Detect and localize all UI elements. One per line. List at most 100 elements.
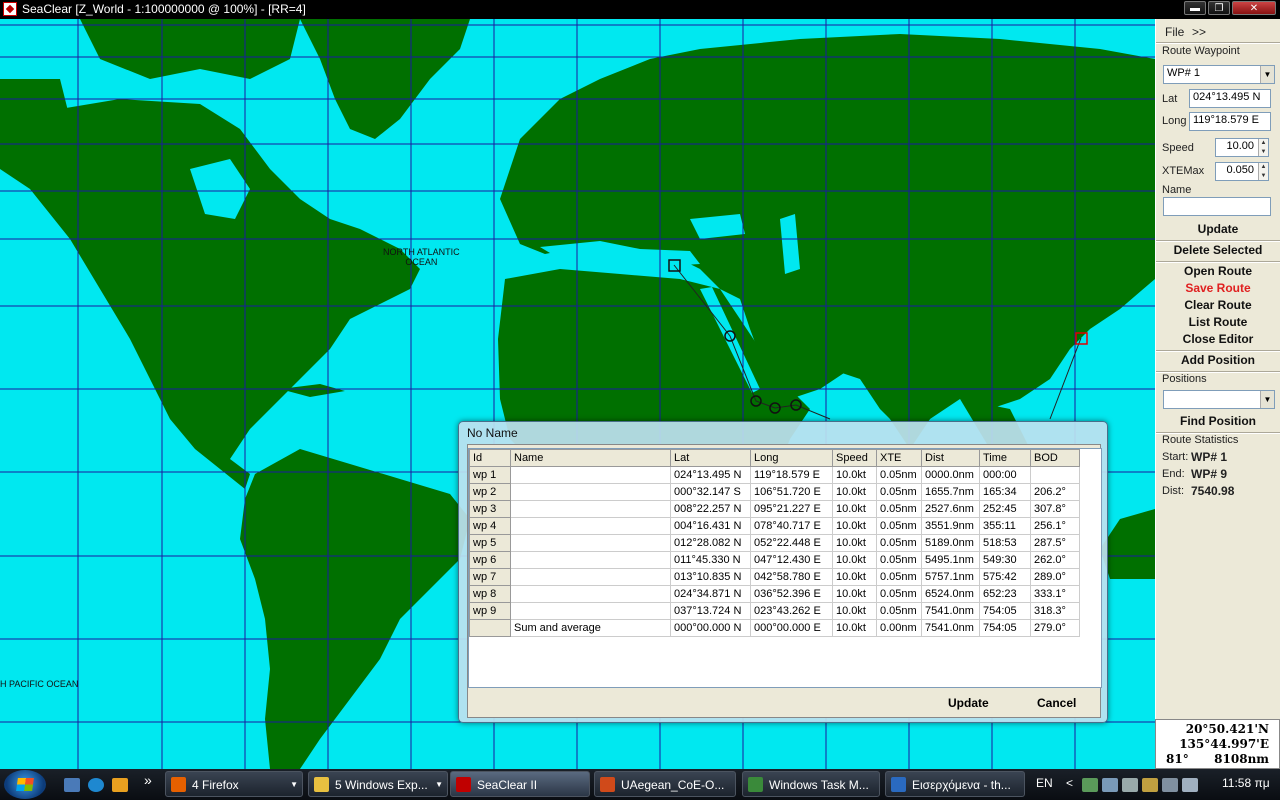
- table-cell[interactable]: 024°34.871 N: [670, 585, 751, 603]
- table-cell[interactable]: 7541.0nm: [921, 619, 980, 637]
- speed-spinner[interactable]: ▲ ▼: [1258, 139, 1268, 156]
- table-row[interactable]: wp 1 024°13.495 N 119°18.579 E 10.0kt 0.05nm…: [469, 466, 1080, 484]
- menu-more[interactable]: >>: [1192, 25, 1206, 39]
- column-header[interactable]: Lat: [670, 449, 751, 467]
- table-cell[interactable]: 000°00.000 E: [750, 619, 833, 637]
- table-cell[interactable]: 0.05nm: [876, 585, 922, 603]
- table-cell[interactable]: 012°28.082 N: [670, 534, 751, 552]
- table-cell[interactable]: [469, 619, 511, 637]
- table-cell[interactable]: 023°43.262 E: [750, 602, 833, 620]
- table-cell[interactable]: 518:53: [979, 534, 1031, 552]
- table-cell[interactable]: 0.05nm: [876, 534, 922, 552]
- table-cell[interactable]: 7541.0nm: [921, 602, 980, 620]
- name-input[interactable]: [1163, 197, 1271, 216]
- table-cell[interactable]: 754:05: [979, 619, 1031, 637]
- volume-icon[interactable]: [1182, 778, 1198, 792]
- network-status-icon[interactable]: [1162, 778, 1178, 792]
- table-cell[interactable]: [510, 568, 671, 586]
- table-cell[interactable]: 652:23: [979, 585, 1031, 603]
- waypoint-table[interactable]: Id Name Lat Long Speed XTE Dist Time BOD…: [468, 448, 1102, 688]
- table-cell[interactable]: 10.0kt: [832, 500, 877, 518]
- table-cell[interactable]: 262.0°: [1030, 551, 1080, 569]
- speed-input[interactable]: 10.00 ▲ ▼: [1215, 138, 1269, 157]
- table-cell[interactable]: 0.05nm: [876, 483, 922, 501]
- table-cell[interactable]: 1655.7nm: [921, 483, 980, 501]
- list-route-button[interactable]: List Route: [1157, 314, 1279, 330]
- table-cell[interactable]: 754:05: [979, 602, 1031, 620]
- table-cell[interactable]: 119°18.579 E: [750, 466, 833, 484]
- taskbar-item[interactable]: Windows Task M...: [742, 771, 880, 797]
- table-cell[interactable]: 10.0kt: [832, 517, 877, 535]
- table-cell[interactable]: 6524.0nm: [921, 585, 980, 603]
- route-list-dialog[interactable]: No Name Id Name Lat Long Speed XTE Dist: [458, 421, 1108, 723]
- network-icon[interactable]: [1082, 778, 1098, 792]
- table-cell[interactable]: 5189.0nm: [921, 534, 980, 552]
- close-editor-button[interactable]: Close Editor: [1157, 331, 1279, 347]
- table-cell[interactable]: 0.05nm: [876, 551, 922, 569]
- waypoint-select[interactable]: WP# 1 ▼: [1163, 65, 1275, 84]
- table-cell[interactable]: 004°16.431 N: [670, 517, 751, 535]
- table-cell[interactable]: 289.0°: [1030, 568, 1080, 586]
- column-header[interactable]: Time: [979, 449, 1031, 467]
- show-desktop-icon[interactable]: [64, 778, 80, 792]
- table-cell[interactable]: 3551.9nm: [921, 517, 980, 535]
- table-cell[interactable]: 10.0kt: [832, 619, 877, 637]
- table-cell[interactable]: 037°13.724 N: [670, 602, 751, 620]
- table-cell[interactable]: 287.5°: [1030, 534, 1080, 552]
- table-cell[interactable]: Sum and average: [510, 619, 671, 637]
- table-cell[interactable]: 165:34: [979, 483, 1031, 501]
- table-cell[interactable]: [1030, 466, 1080, 484]
- table-cell[interactable]: 355:11: [979, 517, 1031, 535]
- table-cell[interactable]: 549:30: [979, 551, 1031, 569]
- table-cell[interactable]: 318.3°: [1030, 602, 1080, 620]
- table-row[interactable]: wp 4 004°16.431 N 078°40.717 E 10.0kt 0.05nm…: [469, 517, 1080, 535]
- language-indicator[interactable]: EN: [1036, 776, 1053, 790]
- tray-expand-button[interactable]: <: [1066, 776, 1073, 790]
- add-position-button[interactable]: Add Position: [1157, 352, 1279, 368]
- table-row[interactable]: Sum and average 000°00.000 N 000°00.000 E1…: [469, 619, 1080, 637]
- table-cell[interactable]: [510, 517, 671, 535]
- monitor-icon[interactable]: [1122, 778, 1138, 792]
- table-cell[interactable]: 10.0kt: [832, 483, 877, 501]
- minimize-button[interactable]: ▬: [1184, 1, 1206, 15]
- column-header[interactable]: BOD: [1030, 449, 1080, 467]
- table-cell[interactable]: wp 1: [469, 466, 511, 484]
- table-cell[interactable]: [510, 466, 671, 484]
- table-cell[interactable]: 5757.1nm: [921, 568, 980, 586]
- table-cell[interactable]: [510, 500, 671, 518]
- table-cell[interactable]: 024°13.495 N: [670, 466, 751, 484]
- table-row[interactable]: wp 7 013°10.835 N 042°58.780 E 10.0kt 0.05nm…: [469, 568, 1080, 586]
- table-cell[interactable]: wp 2: [469, 483, 511, 501]
- table-cell[interactable]: 0000.0nm: [921, 466, 980, 484]
- table-cell[interactable]: 0.05nm: [876, 500, 922, 518]
- taskbar-item[interactable]: 5 Windows Exp... ▼: [308, 771, 448, 797]
- table-cell[interactable]: 2527.6nm: [921, 500, 980, 518]
- menu-file[interactable]: File: [1165, 25, 1184, 39]
- table-cell[interactable]: 252:45: [979, 500, 1031, 518]
- table-cell[interactable]: 047°12.430 E: [750, 551, 833, 569]
- table-cell[interactable]: 279.0°: [1030, 619, 1080, 637]
- table-cell[interactable]: wp 5: [469, 534, 511, 552]
- table-cell[interactable]: [510, 602, 671, 620]
- taskbar-item[interactable]: 4 Firefox ▼: [165, 771, 303, 797]
- column-header[interactable]: Dist: [921, 449, 980, 467]
- table-cell[interactable]: 10.0kt: [832, 466, 877, 484]
- xtemax-input[interactable]: 0.050 ▲ ▼: [1215, 162, 1269, 181]
- long-input[interactable]: 119°18.579 E: [1189, 112, 1271, 131]
- table-cell[interactable]: wp 3: [469, 500, 511, 518]
- seaclear-app-icon[interactable]: [3, 2, 17, 16]
- xtemax-spinner[interactable]: ▲ ▼: [1258, 163, 1268, 180]
- table-cell[interactable]: [510, 483, 671, 501]
- table-cell[interactable]: 10.0kt: [832, 602, 877, 620]
- table-cell[interactable]: 036°52.396 E: [750, 585, 833, 603]
- table-row[interactable]: wp 2 000°32.147 S 106°51.720 E 10.0kt 0.05nm…: [469, 483, 1080, 501]
- media-player-icon[interactable]: [112, 778, 128, 792]
- table-cell[interactable]: 333.1°: [1030, 585, 1080, 603]
- table-cell[interactable]: [510, 551, 671, 569]
- table-cell[interactable]: wp 8: [469, 585, 511, 603]
- column-header[interactable]: Name: [510, 449, 671, 467]
- table-cell[interactable]: wp 4: [469, 517, 511, 535]
- table-cell[interactable]: wp 7: [469, 568, 511, 586]
- table-cell[interactable]: 0.05nm: [876, 466, 922, 484]
- internet-explorer-icon[interactable]: [88, 778, 104, 792]
